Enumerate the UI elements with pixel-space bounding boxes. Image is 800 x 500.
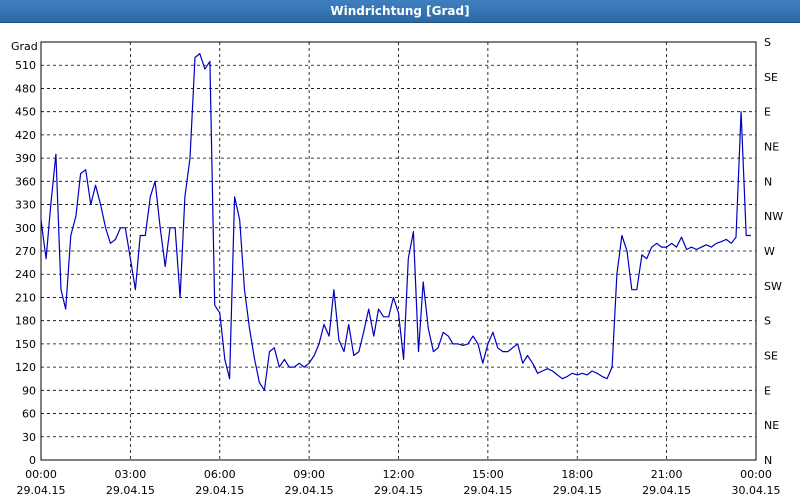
right-tick-label: E [764, 106, 771, 119]
y-tick-label: 270 [15, 245, 36, 258]
y-tick-label: 390 [15, 152, 36, 165]
y-axis-label: Grad [11, 40, 38, 53]
x-tick-time: 21:00 [651, 468, 683, 481]
y-tick-label: 120 [15, 361, 36, 374]
y-tick-label: 240 [15, 268, 36, 281]
right-tick-label: NE [764, 419, 779, 432]
y-tick-label: 450 [15, 106, 36, 119]
y-tick-label: 300 [15, 222, 36, 235]
y-tick-label: 510 [15, 59, 36, 72]
grid-lines [40, 41, 757, 461]
left-axis: 0 30 60 90 120 150 180 210 240 270 300 330 360 390 420… [15, 59, 36, 467]
x-tick-date: 29.04.15 [285, 484, 334, 497]
right-tick-label: W [764, 245, 775, 258]
right-axis: N NE E SE S SW W NW N NE E SE S [764, 36, 783, 467]
right-tick-label: NE [764, 141, 779, 154]
x-tick-time: 12:00 [383, 468, 415, 481]
x-tick-date: 30.04.15 [732, 484, 781, 497]
x-tick-time: 15:00 [472, 468, 504, 481]
y-tick-label: 330 [15, 199, 36, 212]
right-tick-label: NW [764, 210, 783, 223]
y-tick-label: 30 [22, 431, 36, 444]
right-tick-label: E [764, 384, 771, 397]
window-title: Windrichtung [Grad] [330, 4, 470, 18]
right-tick-label: S [764, 36, 771, 49]
wind-direction-chart: 0 30 60 90 120 150 180 210 240 270 300 330 360 390 420… [11, 36, 783, 497]
y-tick-label: 150 [15, 338, 36, 351]
series-group [40, 53, 751, 391]
y-tick-label: 420 [15, 129, 36, 142]
x-tick-date: 29.04.15 [642, 484, 691, 497]
y-tick-label: 210 [15, 291, 36, 304]
x-tick-time: 06:00 [204, 468, 236, 481]
x-tick-time: 03:00 [115, 468, 147, 481]
right-tick-label: S [764, 315, 771, 328]
x-tick-date: 29.04.15 [553, 484, 602, 497]
x-tick-time: 18:00 [561, 468, 593, 481]
series-line [40, 53, 751, 391]
x-tick-date: 29.04.15 [374, 484, 423, 497]
right-tick-label: SW [764, 280, 782, 293]
y-tick-label: 480 [15, 82, 36, 95]
x-tick-time: 00:00 [25, 468, 57, 481]
window-title-bar: Windrichtung [Grad] [0, 0, 800, 23]
x-tick-time: 00:00 [740, 468, 772, 481]
y-tick-label: 90 [22, 384, 36, 397]
x-tick-date: 29.04.15 [195, 484, 244, 497]
right-tick-label: SE [764, 350, 778, 363]
x-tick-time: 09:00 [293, 468, 325, 481]
y-tick-label: 180 [15, 315, 36, 328]
y-tick-label: 60 [22, 408, 36, 421]
right-tick-label: N [764, 175, 772, 188]
right-tick-label: SE [764, 71, 778, 84]
y-tick-label: 0 [29, 454, 36, 467]
x-tick-date: 29.04.15 [17, 484, 66, 497]
x-tick-date: 29.04.15 [106, 484, 155, 497]
right-tick-label: N [764, 454, 772, 467]
x-axis: 00:00 29.04.15 03:00 29.04.15 06:00 29.04.15 0… [17, 468, 781, 497]
y-tick-label: 360 [15, 175, 36, 188]
x-tick-date: 29.04.15 [463, 484, 512, 497]
